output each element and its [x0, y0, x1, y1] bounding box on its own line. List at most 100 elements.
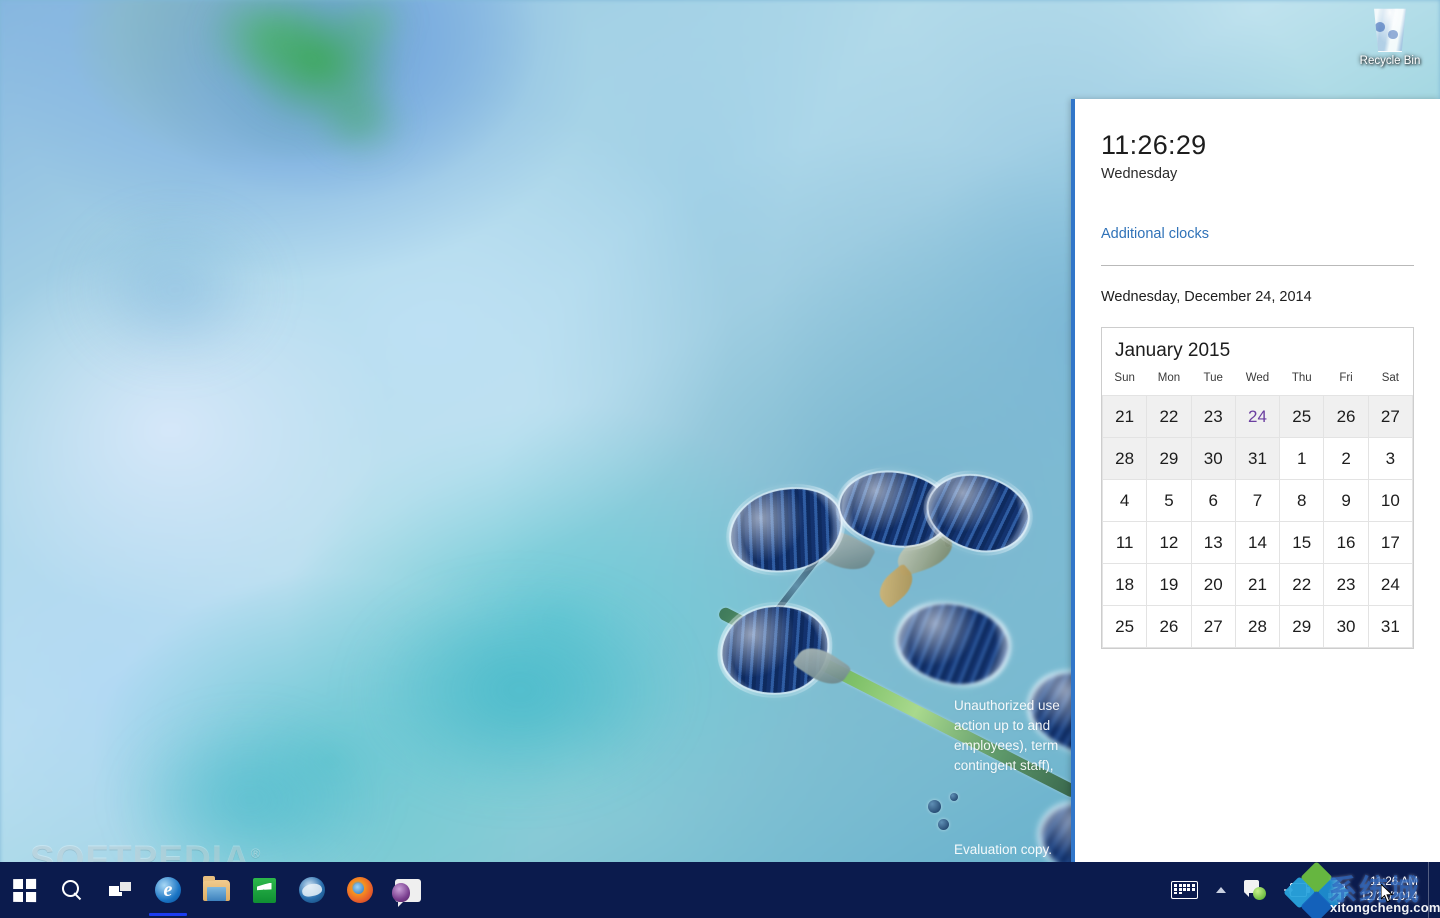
recycle-bin-desktop-icon[interactable]: Recycle Bin	[1352, 6, 1428, 68]
search-button[interactable]	[48, 862, 96, 918]
calendar-day-cell[interactable]: 26	[1147, 606, 1191, 648]
thunderbird-icon	[299, 877, 325, 903]
calendar-week-row: 21222324252627	[1103, 396, 1413, 438]
desktop[interactable]: Unauthorized use action up to and employ…	[0, 0, 1440, 918]
calendar-day-cell[interactable]: 28	[1103, 438, 1147, 480]
search-icon	[61, 879, 83, 901]
calendar-day-cell[interactable]: 25	[1103, 606, 1147, 648]
calendar-widget[interactable]: January 2015 Sun Mon Tue Wed Thu Fri Sat…	[1101, 327, 1414, 649]
calendar-day-cell[interactable]: 2	[1324, 438, 1368, 480]
calendar-day-cell[interactable]: 8	[1280, 480, 1324, 522]
calendar-day-cell[interactable]: 19	[1147, 564, 1191, 606]
clock-calendar-flyout[interactable]: 11:26:29 Wednesday Additional clocks Wed…	[1071, 99, 1440, 862]
taskbar[interactable]: 11:26 AM 12/24/2014	[0, 862, 1440, 918]
taskbar-clock-date: 12/24/2014	[1360, 890, 1418, 905]
store-icon	[253, 878, 276, 903]
calendar-day-cell[interactable]: 27	[1191, 606, 1235, 648]
calendar-day-cell[interactable]: 17	[1368, 522, 1412, 564]
store-button[interactable]	[240, 862, 288, 918]
flyout-clock-time: 11:26:29	[1101, 129, 1414, 161]
calendar-day-cell[interactable]: 7	[1235, 480, 1279, 522]
calendar-month-label[interactable]: January 2015	[1102, 328, 1413, 372]
calendar-body[interactable]: 2122232425262728293031123456789101112131…	[1103, 396, 1413, 648]
taskbar-clock-time: 11:26 AM	[1370, 875, 1418, 890]
network-icon	[1244, 880, 1266, 900]
thunderbird-button[interactable]	[288, 862, 336, 918]
calendar-weekday-fri: Fri	[1324, 372, 1368, 396]
softpedia-registered: ®	[251, 846, 262, 861]
calendar-day-today[interactable]: 24	[1235, 396, 1279, 438]
signal-strength-button[interactable]	[1319, 862, 1354, 918]
calendar-grid[interactable]: Sun Mon Tue Wed Thu Fri Sat 212223242526…	[1102, 372, 1413, 648]
calendar-day-cell[interactable]: 20	[1191, 564, 1235, 606]
calendar-day-cell[interactable]: 21	[1103, 396, 1147, 438]
calendar-day-cell[interactable]: 23	[1324, 564, 1368, 606]
calendar-day-cell[interactable]: 6	[1191, 480, 1235, 522]
flyout-divider	[1101, 265, 1414, 266]
battery-status-button[interactable]	[1275, 862, 1319, 918]
calendar-weekday-mon: Mon	[1147, 372, 1191, 396]
calendar-day-cell[interactable]: 4	[1103, 480, 1147, 522]
flower-bud	[892, 596, 1014, 692]
messenger-button[interactable]	[384, 862, 432, 918]
calendar-day-cell[interactable]: 10	[1368, 480, 1412, 522]
flower-seed	[938, 819, 949, 830]
task-view-icon	[108, 881, 132, 900]
firefox-icon	[347, 877, 373, 903]
calendar-day-cell[interactable]: 30	[1324, 606, 1368, 648]
calendar-day-cell[interactable]: 15	[1280, 522, 1324, 564]
calendar-week-row: 25262728293031	[1103, 606, 1413, 648]
calendar-day-cell[interactable]: 24	[1368, 564, 1412, 606]
calendar-day-cell[interactable]: 29	[1147, 438, 1191, 480]
calendar-day-cell[interactable]: 26	[1324, 396, 1368, 438]
calendar-day-cell[interactable]: 25	[1280, 396, 1324, 438]
calendar-day-cell[interactable]: 30	[1191, 438, 1235, 480]
flower-bud	[722, 478, 850, 583]
calendar-week-row: 45678910	[1103, 480, 1413, 522]
calendar-day-cell[interactable]: 14	[1235, 522, 1279, 564]
show-hidden-icons-button[interactable]	[1207, 862, 1235, 918]
calendar-day-cell[interactable]: 9	[1324, 480, 1368, 522]
wallpaper-flower-subject	[700, 455, 1100, 875]
calendar-day-cell[interactable]: 27	[1368, 396, 1412, 438]
calendar-day-cell[interactable]: 31	[1368, 606, 1412, 648]
evaluation-copy-label: Evaluation copy.	[954, 842, 1052, 857]
calendar-day-cell[interactable]: 12	[1147, 522, 1191, 564]
calendar-day-cell[interactable]: 29	[1280, 606, 1324, 648]
signal-bars-icon	[1328, 883, 1345, 898]
calendar-day-cell[interactable]: 11	[1103, 522, 1147, 564]
file-explorer-button[interactable]	[192, 862, 240, 918]
calendar-day-cell[interactable]: 1	[1280, 438, 1324, 480]
calendar-day-cell[interactable]: 3	[1368, 438, 1412, 480]
calendar-week-row: 18192021222324	[1103, 564, 1413, 606]
messenger-icon	[395, 879, 421, 902]
firefox-button[interactable]	[336, 862, 384, 918]
task-view-button[interactable]	[96, 862, 144, 918]
start-button[interactable]	[0, 862, 48, 918]
internet-explorer-button[interactable]	[144, 862, 192, 918]
taskbar-clock-button[interactable]: 11:26 AM 12/24/2014	[1354, 862, 1428, 918]
calendar-weekday-sun: Sun	[1103, 372, 1147, 396]
calendar-day-cell[interactable]: 16	[1324, 522, 1368, 564]
calendar-day-cell[interactable]: 18	[1103, 564, 1147, 606]
calendar-day-cell[interactable]: 28	[1235, 606, 1279, 648]
show-desktop-button[interactable]	[1428, 862, 1436, 918]
calendar-day-cell[interactable]: 21	[1235, 564, 1279, 606]
calendar-day-cell[interactable]: 23	[1191, 396, 1235, 438]
calendar-weekday-tue: Tue	[1191, 372, 1235, 396]
calendar-day-cell[interactable]: 13	[1191, 522, 1235, 564]
flower-seed	[928, 800, 941, 813]
internet-explorer-icon	[155, 877, 181, 903]
network-status-button[interactable]	[1235, 862, 1275, 918]
calendar-day-cell[interactable]: 22	[1147, 396, 1191, 438]
battery-icon	[1284, 883, 1310, 897]
calendar-week-row: 11121314151617	[1103, 522, 1413, 564]
touch-keyboard-button[interactable]	[1162, 862, 1207, 918]
additional-clocks-link[interactable]: Additional clocks	[1101, 226, 1209, 242]
taskbar-empty-area[interactable]	[432, 862, 1162, 918]
system-tray[interactable]: 11:26 AM 12/24/2014	[1162, 862, 1440, 918]
windows-logo-icon	[13, 878, 36, 901]
calendar-day-cell[interactable]: 5	[1147, 480, 1191, 522]
calendar-day-cell[interactable]: 22	[1280, 564, 1324, 606]
calendar-day-cell[interactable]: 31	[1235, 438, 1279, 480]
